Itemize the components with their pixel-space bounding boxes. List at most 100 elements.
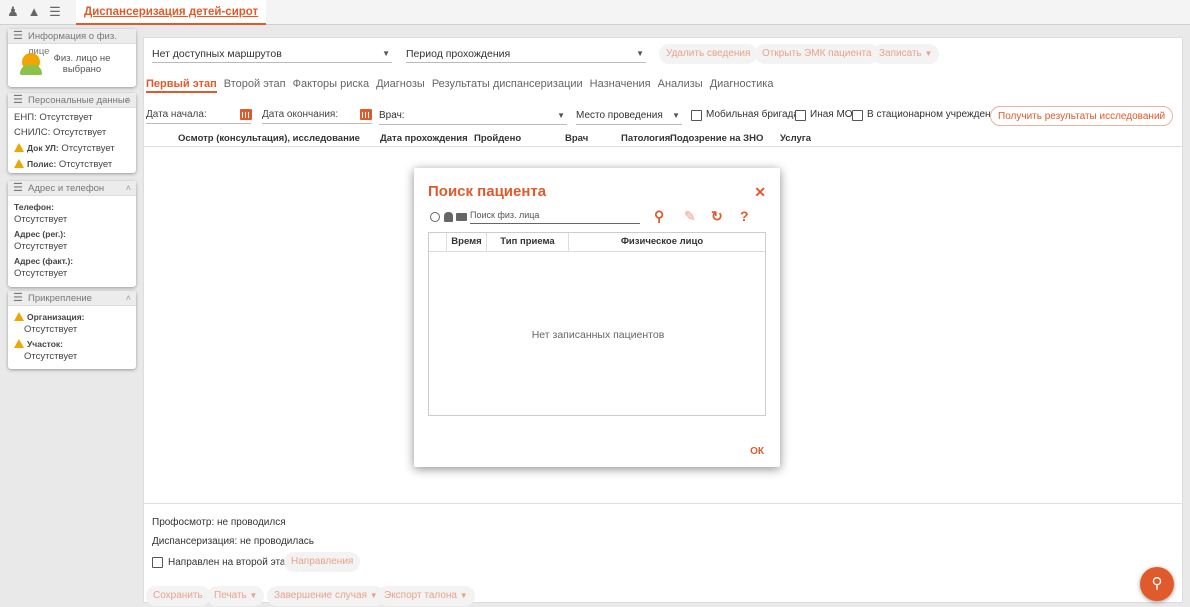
chevron-down-icon: ▼ (382, 49, 390, 58)
enp-label: ЕНП: (14, 112, 37, 123)
exam-table-header: Осмотр (консультация), исследование Дата… (144, 130, 1182, 147)
edit-icon[interactable]: ✎ (684, 208, 696, 225)
second-stage-label: Направлен на второй этап (168, 557, 291, 568)
doctor-select[interactable]: Врач: ▼ (379, 107, 567, 125)
column-header[interactable]: Время (447, 233, 487, 251)
warning-icon (14, 312, 24, 321)
tab-analyses[interactable]: Анализы (658, 77, 703, 91)
panel-header[interactable]: ☰ Адрес и телефон ˄ (8, 181, 136, 196)
patients-table: Время Тип приема Физическое лицо Нет зап… (428, 232, 766, 416)
patient-search-dialog: Поиск пациента ✕ Поиск физ. лица ⚲ ✎ ↻ ?… (414, 168, 780, 467)
tab-risk-factors[interactable]: Факторы риска (293, 77, 369, 91)
person-info-panel: ☰ Информация о физ. лице Физ. лицо не выб… (8, 29, 136, 87)
date-end-field[interactable]: Дата окончания: (262, 107, 372, 124)
polis-label: Полис: (27, 159, 57, 169)
collapse-icon[interactable]: ˄ (126, 291, 131, 306)
calendar-icon[interactable] (360, 109, 372, 120)
column-header[interactable]: Пройдено (474, 133, 521, 144)
phone-value: Отсутствует (14, 214, 68, 225)
column-header[interactable]: Подозрение на ЗНО (670, 133, 763, 144)
search-fab-button[interactable]: ⚲ (1140, 567, 1174, 601)
directions-button[interactable]: Направления (284, 552, 361, 572)
tab-prescriptions[interactable]: Назначения (590, 77, 651, 91)
chevron-down-icon: ▼ (557, 111, 565, 120)
attachment-panel: ☰ Прикрепление ˄ Организация: Отсутствует … (8, 291, 136, 369)
top-bar: ♟ ▲ ☰ Диспансеризация детей-сирот (0, 0, 1190, 25)
period-select-value: Период прохождения (406, 48, 511, 60)
bell-icon[interactable]: ▲ (27, 5, 41, 19)
period-select[interactable]: Период прохождения ▼ (406, 45, 646, 63)
dialog-title: Поиск пациента (428, 183, 547, 200)
column-header[interactable]: Врач (565, 133, 588, 144)
ok-button[interactable]: ОК (750, 446, 764, 457)
get-results-button[interactable]: Получить результаты исследований (990, 106, 1174, 126)
place-label: Место проведения (576, 110, 663, 121)
routes-select-value: Нет доступных маршрутов (152, 48, 282, 60)
print-label: Печать (214, 590, 247, 601)
close-case-button[interactable]: Завершение случая ▼ (267, 586, 385, 606)
date-start-label: Дата начала: (146, 109, 207, 120)
menu-icon: ☰ (13, 182, 23, 194)
warning-icon (14, 159, 24, 168)
date-start-field[interactable]: Дата начала: (146, 107, 251, 124)
date-end-label: Дата окончания: (262, 109, 339, 120)
addr-fact-value: Отсутствует (14, 268, 68, 279)
tab-diagnoses[interactable]: Диагнозы (376, 77, 425, 91)
tab-diagnostics[interactable]: Диагностика (710, 77, 774, 91)
column-header[interactable]: Услуга (780, 133, 811, 144)
card-icon[interactable] (456, 213, 467, 221)
person-name: Физ. лицо не выбрано (53, 53, 111, 75)
tab-dispanserizaciya[interactable]: Диспансеризация детей-сирот (76, 0, 267, 25)
warning-icon (14, 143, 24, 152)
menu-icon: ☰ (13, 94, 23, 106)
doc-row: Док УЛ: Отсутствует (8, 142, 136, 155)
divider (429, 251, 765, 252)
chevron-down-icon: ▼ (924, 49, 933, 58)
refresh-icon[interactable]: ↻ (711, 208, 723, 225)
second-stage-checkbox[interactable] (152, 557, 163, 568)
export-button[interactable]: Экспорт талона ▼ (377, 586, 475, 606)
panel-title: Адрес и телефон (28, 183, 105, 194)
stationary-checkbox[interactable] (852, 110, 863, 121)
personal-data-panel: ☰ Персональные данные ˄ ЕНП: Отсутствует С… (8, 93, 136, 173)
column-header[interactable]: Осмотр (консультация), исследование (178, 133, 360, 144)
search-icon[interactable]: ⚲ (654, 208, 664, 225)
area-label: Участок: (8, 338, 136, 351)
chevron-down-icon: ▼ (249, 591, 258, 600)
mobile-team-checkbox[interactable] (691, 110, 702, 121)
column-header[interactable]: Дата прохождения (380, 133, 468, 144)
collapse-icon[interactable]: ˄ (126, 181, 131, 196)
calendar-icon[interactable] (240, 109, 252, 120)
help-icon[interactable]: ? (740, 208, 749, 224)
address-panel: ☰ Адрес и телефон ˄ Телефон: Отсутствует А… (8, 181, 136, 287)
column-header[interactable]: Патология (621, 133, 670, 144)
patient-search-input[interactable]: Поиск физ. лица (470, 210, 640, 224)
globe-icon[interactable] (430, 212, 440, 222)
panel-header[interactable]: ☰ Персональные данные ˄ (8, 93, 136, 108)
delete-info-button[interactable]: Удалить сведения (659, 44, 758, 64)
addr-reg-value: Отсутствует (14, 241, 68, 252)
close-icon[interactable]: ✕ (754, 184, 766, 201)
menu-icon[interactable]: ☰ (48, 5, 62, 19)
collapse-icon[interactable]: ˄ (126, 93, 131, 108)
column-header[interactable]: Тип приема (487, 233, 569, 251)
tab-results[interactable]: Результаты диспансеризации (432, 77, 583, 91)
place-select[interactable]: Место проведения ▼ (576, 107, 682, 125)
other-mo-checkbox[interactable] (795, 110, 806, 121)
panel-header[interactable]: ☰ Прикрепление ˄ (8, 291, 136, 306)
record-button[interactable]: Записать ▼ (872, 44, 940, 64)
open-emk-button[interactable]: Открыть ЭМК пациента (755, 44, 879, 64)
panel-header[interactable]: ☰ Информация о физ. лице (8, 29, 136, 57)
column-header[interactable]: Физическое лицо (569, 233, 755, 251)
menu-icon: ☰ (13, 292, 23, 304)
other-mo-label: Иная МО (810, 109, 853, 120)
user-icon[interactable]: ♟ (6, 5, 20, 19)
tab-first-stage[interactable]: Первый этап (146, 77, 217, 93)
person-icon[interactable] (444, 212, 453, 222)
routes-select[interactable]: Нет доступных маршрутов ▼ (152, 45, 392, 63)
print-button[interactable]: Печать ▼ (207, 586, 265, 606)
tab-second-stage[interactable]: Второй этап (224, 77, 286, 91)
save-button[interactable]: Сохранить (146, 586, 210, 606)
org-label: Организация: (8, 311, 136, 324)
chevron-down-icon: ▼ (672, 111, 680, 120)
